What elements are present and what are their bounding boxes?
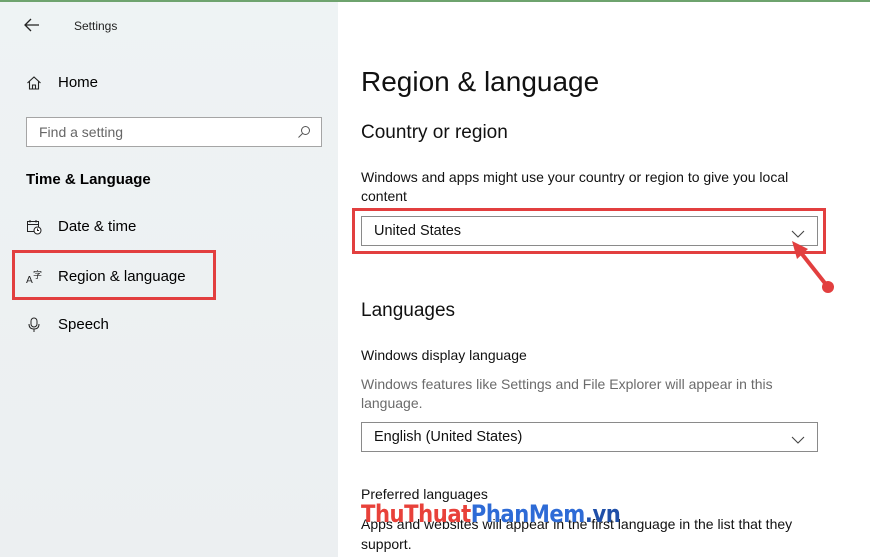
chevron-down-icon bbox=[791, 432, 805, 444]
search-input[interactable] bbox=[37, 123, 297, 141]
watermark-part2: PhanMem bbox=[470, 500, 586, 528]
calendar-clock-icon bbox=[26, 219, 42, 235]
microphone-icon bbox=[26, 317, 42, 333]
search-box[interactable] bbox=[26, 117, 322, 147]
title-bar: Settings bbox=[24, 16, 117, 36]
sidebar-section-title: Time & Language bbox=[26, 171, 151, 188]
display-language-label: Windows display language bbox=[361, 347, 527, 363]
country-description: Windows and apps might use your country … bbox=[361, 169, 789, 204]
display-language-dropdown[interactable]: English (United States) bbox=[361, 422, 818, 452]
display-language-dropdown-value: English (United States) bbox=[374, 429, 523, 445]
watermark-logo: ThuThuatPhanMem.vn bbox=[361, 500, 621, 528]
sidebar-item-date-time[interactable]: Date & time bbox=[26, 218, 136, 235]
window-top-border bbox=[338, 0, 870, 2]
sidebar-item-label: Home bbox=[58, 74, 99, 91]
annotation-arrow-icon bbox=[792, 241, 834, 293]
home-icon bbox=[26, 75, 42, 91]
languages-heading: Languages bbox=[361, 300, 456, 321]
sidebar-item-label: Speech bbox=[58, 316, 109, 333]
sidebar-item-speech[interactable]: Speech bbox=[26, 316, 109, 333]
sidebar-item-home[interactable]: Home bbox=[26, 74, 98, 91]
back-arrow-icon[interactable] bbox=[24, 18, 44, 34]
search-icon[interactable] bbox=[297, 125, 311, 139]
highlight-region-language bbox=[12, 250, 216, 300]
highlight-country-dropdown bbox=[352, 208, 826, 254]
app-title: Settings bbox=[74, 19, 118, 33]
page-title: Region & language bbox=[361, 66, 600, 97]
country-heading: Country or region bbox=[361, 122, 508, 143]
sidebar-item-label: Date & time bbox=[58, 218, 137, 235]
watermark-part3: .vn bbox=[584, 500, 621, 528]
display-language-description: Windows features like Settings and File … bbox=[361, 376, 773, 411]
watermark-part1: ThuThuat bbox=[361, 500, 471, 528]
